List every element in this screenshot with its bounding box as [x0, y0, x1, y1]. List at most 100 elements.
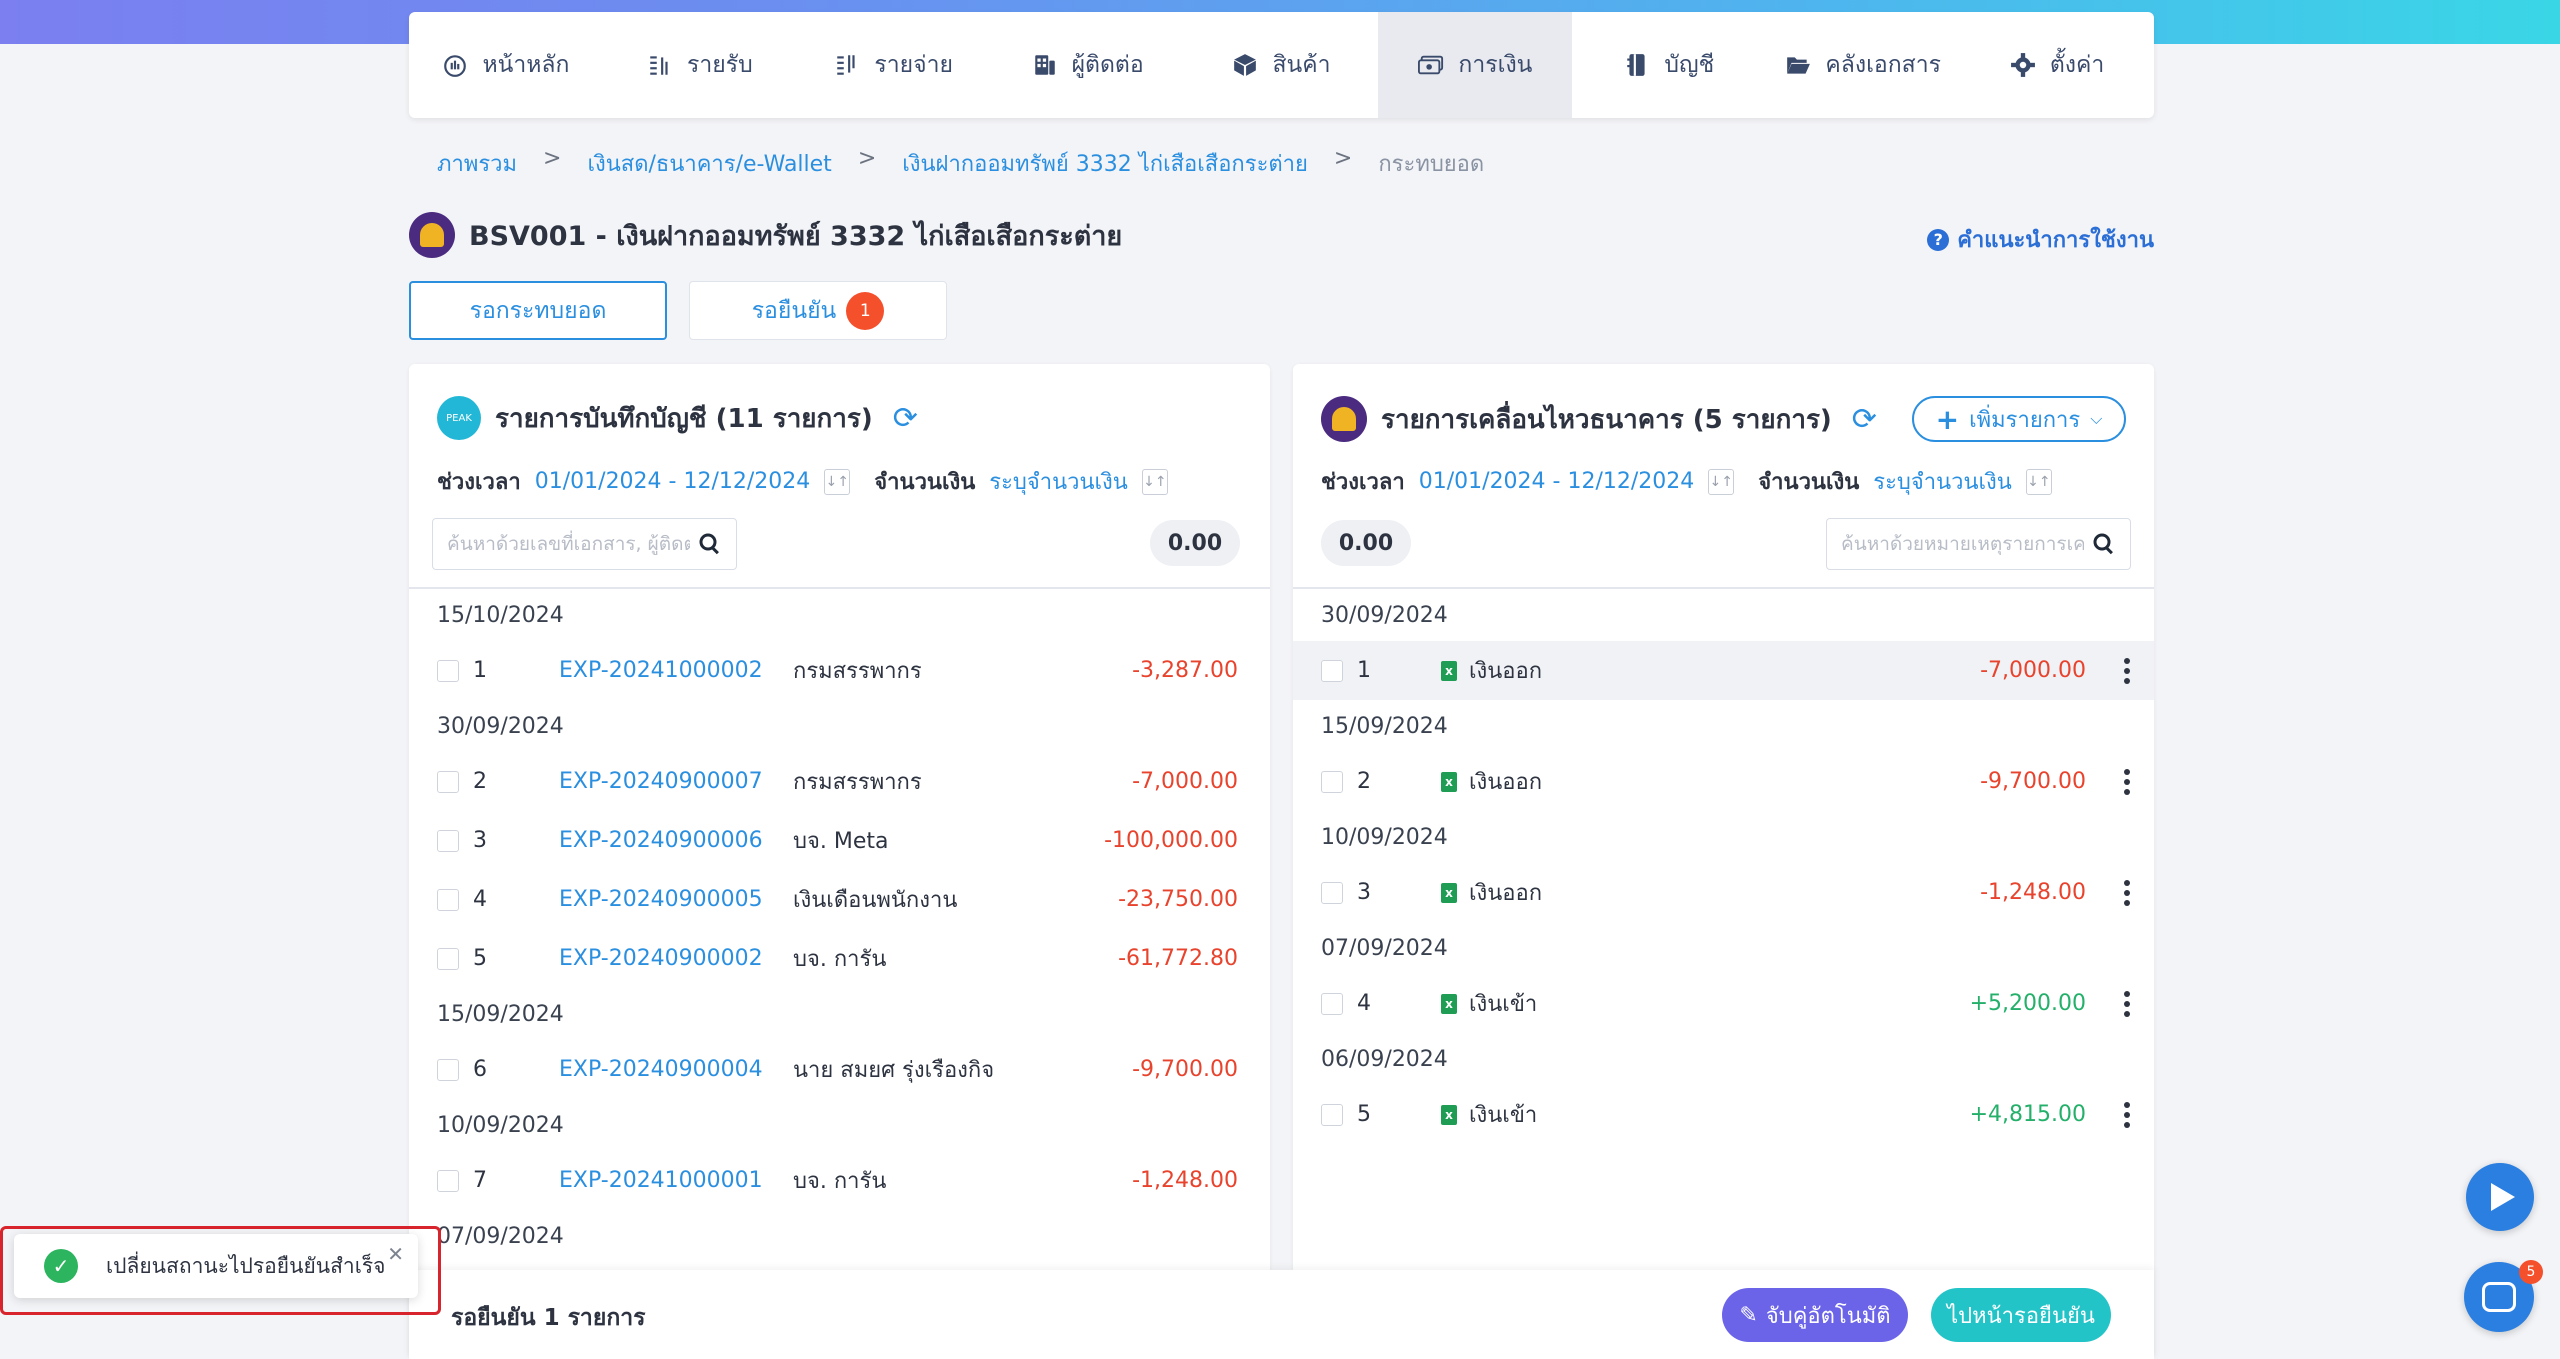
row-checkbox[interactable] [437, 659, 459, 682]
bank-filter-row: ช่วงเวลา 01/01/2024 - 12/12/2024 ↓↑ จำนว… [1321, 464, 2052, 499]
nav-item-documents[interactable]: คลังเอกสาร [1766, 12, 1960, 118]
sort-icon[interactable]: ↓↑ [824, 468, 851, 495]
breadcrumb-account[interactable]: เงินฝากออมทรัพย์ 3332 ไก่เสือเสือกระต่าย [902, 146, 1308, 181]
contact-name: บจ. การัน [793, 947, 887, 972]
bank-row[interactable]: 1 x เงินออก -7,000.00 [1293, 641, 2154, 700]
tab-awaiting-reconcile[interactable]: รอกระทบยอด [409, 281, 667, 340]
ledger-row[interactable]: 7 EXP-20241000001 บจ. การัน -1,248.00 [409, 1151, 1270, 1210]
row-index: 4 [1357, 991, 1371, 1016]
document-link[interactable]: EXP-20240900006 [559, 828, 763, 853]
bank-row[interactable]: 5 x เงินเข้า +4,815.00 [1293, 1085, 2154, 1144]
magic-wand-icon: ✎ [1739, 1302, 1758, 1328]
bank-panel: รายการเคลื่อนไหวธนาคาร (5 รายการ) ⟳ + เพ… [1293, 364, 2154, 1359]
document-link[interactable]: EXP-20240900005 [559, 887, 763, 912]
nav-item-settings[interactable]: ตั้งค่า [1960, 12, 2154, 118]
ledger-panel-header: PEAK รายการบันทึกบัญชี (11 รายการ) ⟳ [437, 396, 918, 440]
row-index: 1 [473, 658, 487, 683]
document-link[interactable]: EXP-20240900004 [559, 1057, 763, 1082]
tutorial-play-button[interactable] [2466, 1163, 2534, 1231]
add-transaction-button[interactable]: + เพิ่มรายการ ⌵ [1912, 396, 2126, 442]
play-icon [2491, 1183, 2515, 1211]
row-checkbox[interactable] [437, 770, 459, 793]
bank-panel-header: รายการเคลื่อนไหวธนาคาร (5 รายการ) ⟳ [1321, 396, 1877, 442]
bank-panel-title: รายการเคลื่อนไหวธนาคาร (5 รายการ) [1381, 404, 1832, 435]
bank-row[interactable]: 3 x เงินออก -1,248.00 [1293, 863, 2154, 922]
document-link[interactable]: EXP-20241000002 [559, 658, 763, 683]
period-value[interactable]: 01/01/2024 - 12/12/2024 [535, 469, 811, 494]
kebab-menu-icon[interactable] [2124, 1101, 2130, 1128]
pending-count-badge: 1 [846, 291, 885, 330]
ledger-row[interactable]: 3 EXP-20240900006 บจ. Meta -100,000.00 [409, 811, 1270, 870]
row-checkbox[interactable] [1321, 992, 1343, 1015]
row-checkbox[interactable] [437, 1058, 459, 1081]
expense-icon [837, 55, 855, 75]
nav-item-accounting[interactable]: บัญชี [1572, 12, 1766, 118]
nav-item-products[interactable]: สินค้า [1185, 12, 1379, 118]
period-label: ช่วงเวลา [437, 470, 521, 495]
sort-icon[interactable]: ↓↑ [1141, 468, 1168, 495]
nav-label: ตั้งค่า [2049, 52, 2105, 78]
ledger-panel-title: รายการบันทึกบัญชี (11 รายการ) [495, 403, 873, 434]
ledger-row[interactable]: 5 EXP-20240900002 บจ. การัน -61,772.80 [409, 929, 1270, 988]
sort-icon[interactable]: ↓↑ [2025, 468, 2052, 495]
ledger-row[interactable]: 6 EXP-20240900004 นาย สมยศ รุ่งเรืองกิจ -9,… [409, 1040, 1270, 1099]
help-link[interactable]: ? คำแนะนำการใช้งาน [1927, 222, 2154, 257]
row-checkbox[interactable] [437, 888, 459, 911]
row-checkbox[interactable] [437, 947, 459, 970]
amount-value[interactable]: ระบุจำนวนเงิน [1873, 464, 2012, 499]
peak-logo: PEAK [437, 396, 481, 440]
auto-match-button[interactable]: ✎ จับคู่อัตโนมัติ [1722, 1288, 1908, 1342]
money-icon [1418, 55, 1444, 75]
date-header: 15/09/2024 [1321, 713, 1448, 739]
ledger-row[interactable]: 1 EXP-20241000002 กรมสรรพากร -3,287.00 [409, 641, 1270, 700]
breadcrumb-cash-bank[interactable]: เงินสด/ธนาคาร/e-Wallet [587, 146, 831, 181]
amount-value[interactable]: ระบุจำนวนเงิน [989, 464, 1128, 499]
row-checkbox[interactable] [1321, 770, 1343, 793]
nav-item-dashboard[interactable]: หน้าหลัก [409, 12, 603, 118]
row-checkbox[interactable] [1321, 881, 1343, 904]
nav-item-expense[interactable]: รายจ่าย [797, 12, 991, 118]
refresh-icon[interactable]: ⟳ [1852, 402, 1877, 437]
ledger-search-input[interactable]: ค้นหาด้วยเลขที่เอกสาร, ผู้ติดต [432, 518, 737, 570]
period-value[interactable]: 01/01/2024 - 12/12/2024 [1419, 469, 1695, 494]
kebab-menu-icon[interactable] [2124, 657, 2130, 684]
close-icon[interactable]: ✕ [387, 1242, 404, 1266]
row-index: 5 [473, 946, 487, 971]
document-link[interactable]: EXP-20240900007 [559, 769, 763, 794]
document-link[interactable]: EXP-20240900002 [559, 946, 763, 971]
kebab-menu-icon[interactable] [2124, 768, 2130, 795]
bank-row[interactable]: 4 x เงินเข้า +5,200.00 [1293, 974, 2154, 1033]
row-checkbox[interactable] [1321, 659, 1343, 682]
refresh-icon[interactable]: ⟳ [893, 401, 918, 436]
bank-total: 0.00 [1321, 520, 1411, 566]
excel-file-icon: x [1441, 993, 1457, 1014]
date-header: 07/09/2024 [437, 1223, 564, 1249]
nav-item-income[interactable]: รายรับ [603, 12, 797, 118]
excel-file-icon: x [1441, 660, 1457, 681]
row-checkbox[interactable] [1321, 1103, 1343, 1126]
kebab-menu-icon[interactable] [2124, 990, 2130, 1017]
sort-icon[interactable]: ↓↑ [1708, 468, 1735, 495]
goto-pending-label: ไปหน้ารอยืนยัน [1947, 1303, 2095, 1329]
nav-item-finance[interactable]: การเงิน [1378, 12, 1573, 118]
breadcrumb-overview[interactable]: ภาพรวม [437, 146, 517, 181]
tab-pending-confirm[interactable]: รอยืนยัน 1 [689, 281, 947, 340]
nav-item-contacts[interactable]: ผู้ติดต่อ [991, 12, 1185, 118]
row-checkbox[interactable] [437, 1169, 459, 1192]
bank-search-input[interactable]: ค้นหาด้วยหมายเหตุรายการเค [1826, 518, 2131, 570]
row-checkbox[interactable] [437, 829, 459, 852]
row-index: 2 [473, 769, 487, 794]
ledger-row[interactable]: 4 EXP-20240900005 เงินเดือนพนักงาน -23,750.… [409, 870, 1270, 929]
tab-label: รอยืนยัน [751, 297, 837, 324]
ledger-row[interactable]: 2 EXP-20240900007 กรมสรรพากร -7,000.00 [409, 752, 1270, 811]
bank-logo [409, 212, 455, 258]
goto-pending-button[interactable]: ไปหน้ารอยืนยัน [1931, 1288, 2111, 1342]
contacts-icon [1034, 55, 1055, 75]
row-amount: -3,287.00 [1132, 658, 1238, 683]
nav-label: รายจ่าย [874, 52, 954, 78]
date-header: 15/09/2024 [437, 1001, 564, 1027]
kebab-menu-icon[interactable] [2124, 879, 2130, 906]
bank-row[interactable]: 2 x เงินออก -9,700.00 [1293, 752, 2154, 811]
contact-name: บจ. การัน [793, 1169, 887, 1194]
document-link[interactable]: EXP-20241000001 [559, 1168, 763, 1193]
